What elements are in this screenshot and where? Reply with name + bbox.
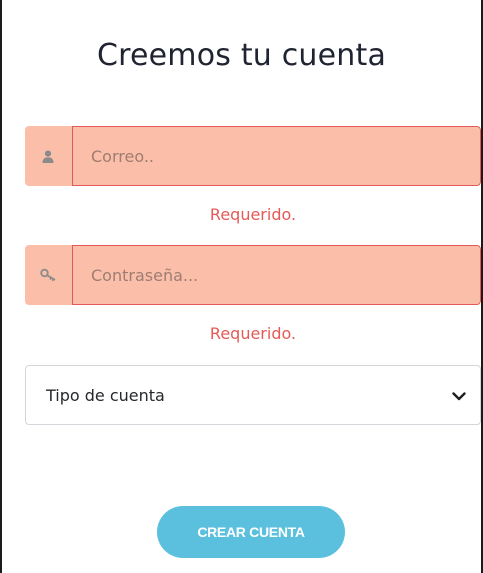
form-title: Creemos tu cuenta — [96, 38, 387, 73]
key-icon — [40, 268, 56, 282]
email-field[interactable]: Correo.. — [72, 126, 481, 186]
password-error-text: Requerido. — [209, 324, 297, 343]
password-input-group: Contraseña... — [25, 245, 481, 305]
password-addon — [25, 245, 72, 305]
email-error-text: Requerido. — [209, 205, 297, 224]
user-icon — [42, 150, 54, 163]
create-account-button[interactable]: CREAR CUENTA — [157, 506, 345, 558]
email-input-group: Correo.. — [25, 126, 481, 186]
account-type-select[interactable]: Tipo de cuenta — [25, 365, 481, 425]
chevron-down-icon — [452, 386, 466, 405]
account-type-selected-label: Tipo de cuenta — [46, 385, 165, 405]
email-addon — [25, 126, 72, 186]
password-field[interactable]: Contraseña... — [72, 245, 481, 305]
signup-form-panel: Creemos tu cuenta Correo.. Requerido. Co… — [0, 0, 483, 573]
